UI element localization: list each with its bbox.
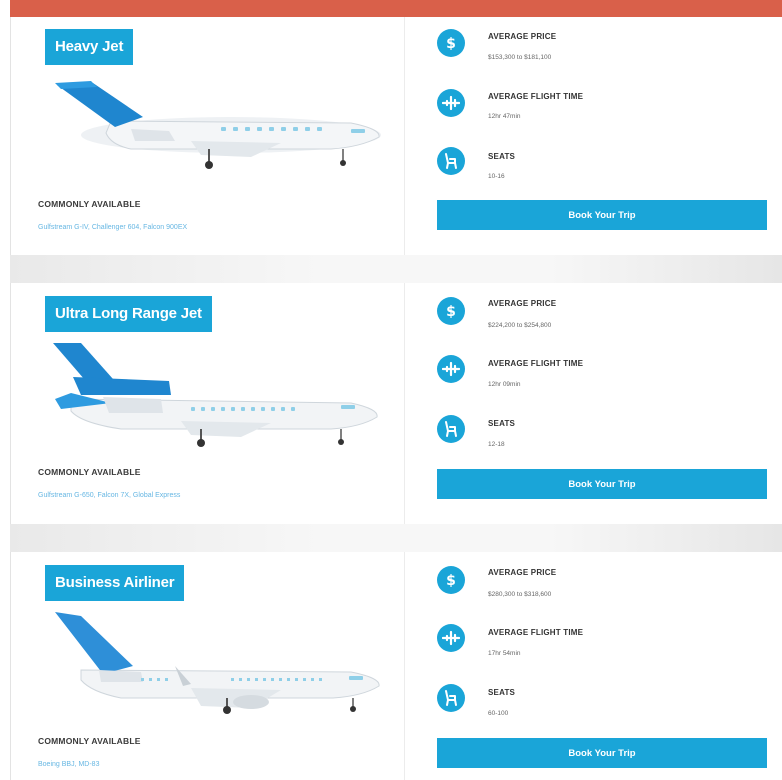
top-accent-bar — [10, 0, 782, 17]
seats-value: 60-100 — [488, 710, 509, 717]
commonly-available-label: COMMONLY AVAILABLE — [38, 199, 141, 209]
card-column-divider — [404, 17, 405, 255]
seats-label: SEATS — [488, 419, 516, 428]
jet-card-business-airliner: Business Airliner COMMONLY AVAILABLE Boe… — [11, 552, 782, 780]
book-trip-button[interactable]: Book Your Trip — [437, 200, 767, 230]
business-airliner-image — [55, 612, 380, 714]
card-column-divider — [404, 552, 405, 780]
book-trip-button[interactable]: Book Your Trip — [437, 738, 767, 768]
section-divider — [10, 255, 782, 283]
airplane-icon — [437, 624, 465, 652]
seats-value: 10-16 — [488, 173, 505, 180]
average-price-label: AVERAGE PRICE — [488, 568, 557, 577]
airplane-icon — [437, 355, 465, 383]
average-price-label: AVERAGE PRICE — [488, 299, 557, 308]
card-column-divider — [404, 283, 405, 524]
commonly-available-label: COMMONLY AVAILABLE — [38, 736, 141, 746]
commonly-available-label: COMMONLY AVAILABLE — [38, 467, 141, 477]
seats-label: SEATS — [488, 688, 516, 697]
section-divider — [10, 524, 782, 552]
seats-label: SEATS — [488, 152, 516, 161]
seat-icon — [437, 684, 465, 712]
seat-icon — [437, 147, 465, 175]
commonly-available-models[interactable]: Gulfstream G-650, Falcon 7X, Global Expr… — [38, 492, 180, 499]
average-flight-time-value: 17hr 54min — [488, 650, 521, 657]
average-flight-time-label: AVERAGE FLIGHT TIME — [488, 359, 584, 368]
heavy-jet-image — [55, 81, 381, 169]
seats-value: 12-18 — [488, 441, 505, 448]
average-flight-time-value: 12hr 09min — [488, 381, 521, 388]
commonly-available-models[interactable]: Boeing BBJ, MD-83 — [38, 761, 99, 768]
dollar-icon: $ — [437, 297, 465, 325]
jet-card-ultra-long-range: Ultra Long Range Jet COMMONLY AVAILABLE … — [11, 283, 782, 524]
dollar-icon: $ — [437, 566, 465, 594]
book-trip-button[interactable]: Book Your Trip — [437, 469, 767, 499]
dollar-icon: $ — [437, 29, 465, 57]
svg-text:$: $ — [446, 304, 456, 319]
jet-category-badge: Ultra Long Range Jet — [45, 296, 212, 332]
average-flight-time-label: AVERAGE FLIGHT TIME — [488, 92, 584, 101]
average-price-value: $153,300 to $181,100 — [488, 54, 552, 61]
average-flight-time-value: 12hr 47min — [488, 113, 521, 120]
jet-category-badge: Business Airliner — [45, 565, 185, 601]
svg-text:$: $ — [446, 36, 456, 51]
average-flight-time-label: AVERAGE FLIGHT TIME — [488, 628, 584, 637]
seat-icon — [437, 415, 465, 443]
svg-text:$: $ — [446, 573, 456, 588]
jet-card-heavy: Heavy Jet COMMONLY AVAILABLE Gulfstream … — [11, 17, 782, 255]
jet-category-badge: Heavy Jet — [45, 29, 134, 65]
average-price-value: $280,300 to $318,600 — [488, 591, 552, 598]
ultra-long-range-jet-image — [53, 343, 378, 447]
airplane-icon — [437, 89, 465, 117]
commonly-available-models[interactable]: Gulfstream G-IV, Challenger 604, Falcon … — [38, 224, 187, 231]
average-price-value: $224,200 to $254,800 — [488, 322, 552, 329]
average-price-label: AVERAGE PRICE — [488, 32, 557, 41]
